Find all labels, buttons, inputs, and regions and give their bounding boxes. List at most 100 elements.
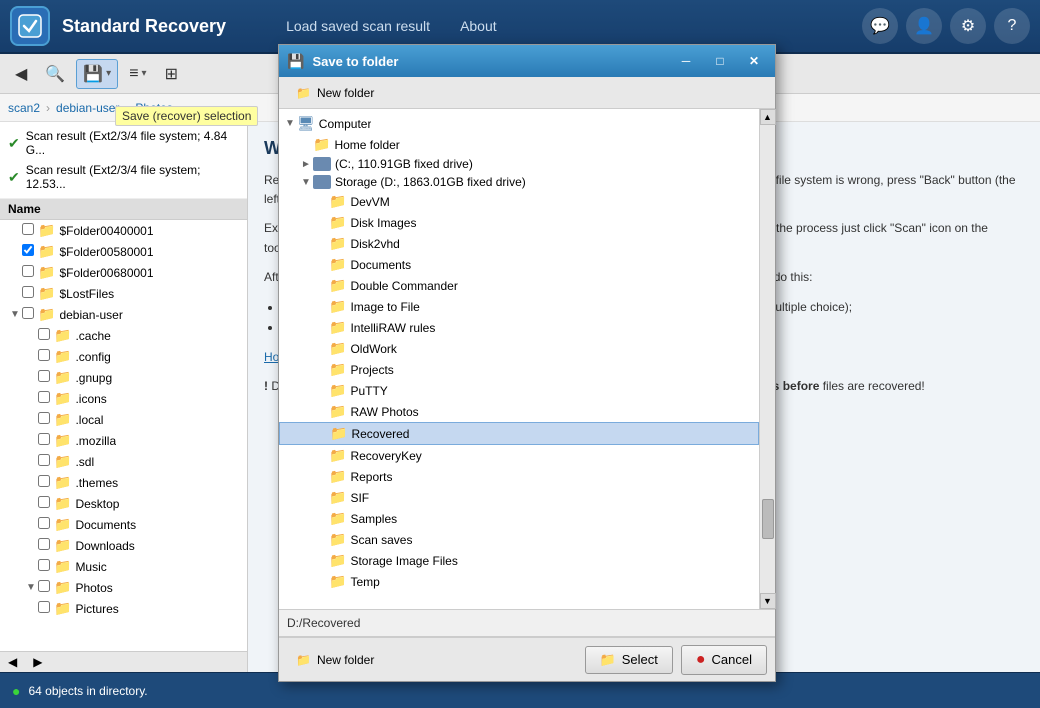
help-icon[interactable]: ? <box>994 8 1030 44</box>
list-item[interactable]: 📁 .themes <box>0 472 247 493</box>
file-tree[interactable]: 📁 $Folder00400001 📁 $Folder00580001 📁 $F… <box>0 220 247 651</box>
folder-icon: 📁 <box>329 361 346 378</box>
list-item[interactable]: 📁 Reports <box>279 466 759 487</box>
list-item[interactable]: 📁 RAW Photos <box>279 401 759 422</box>
scrollbar-down-button[interactable]: ▼ <box>760 593 776 609</box>
scrollbar-up-button[interactable]: ▲ <box>760 109 776 125</box>
list-item[interactable]: 📁 $Folder00400001 <box>0 220 247 241</box>
folder-icon: 📁 <box>329 552 346 569</box>
save-tooltip: Save (recover) selection <box>115 106 258 126</box>
breadcrumb-debian-user[interactable]: debian-user <box>56 101 119 115</box>
nav-about[interactable]: About <box>460 14 497 38</box>
list-item[interactable]: 📁 $LostFiles <box>0 283 247 304</box>
folder-icon: 📁 <box>330 425 347 442</box>
dialog-title-text: Save to folder <box>312 54 665 69</box>
user-icon[interactable]: 👤 <box>906 8 942 44</box>
list-item[interactable]: 📁 Recovered <box>279 422 759 445</box>
list-item[interactable]: 📁 .sdl <box>0 451 247 472</box>
dialog-close-button[interactable]: ✕ <box>741 50 767 72</box>
folder-icon: 📁 <box>54 537 71 554</box>
list-item[interactable]: 📁 Storage Image Files <box>279 550 759 571</box>
list-item[interactable]: 📁 RecoveryKey <box>279 445 759 466</box>
breadcrumb-scan2[interactable]: scan2 <box>8 101 40 115</box>
scrollbar-thumb[interactable] <box>762 499 774 539</box>
list-item[interactable]: 📁 SIF <box>279 487 759 508</box>
dialog-minimize-button[interactable]: ─ <box>673 50 699 72</box>
list-item[interactable]: 📁 PuTTY <box>279 380 759 401</box>
list-item[interactable]: 📁 .config <box>0 346 247 367</box>
list-item[interactable]: 📁 Disk2vhd <box>279 233 759 254</box>
footer-new-folder-button[interactable]: 📁 New folder <box>287 649 383 671</box>
list-item[interactable]: 📁 .cache <box>0 325 247 346</box>
list-item[interactable]: 📁 Home folder <box>279 134 759 155</box>
list-item[interactable]: ▼ 🖥 Computer <box>279 113 759 134</box>
list-item[interactable]: 📁 DevVM <box>279 191 759 212</box>
search-button[interactable]: 🔍 <box>38 59 72 89</box>
list-item[interactable]: 📁 Music <box>0 556 247 577</box>
folder-icon: 📁 <box>38 243 55 260</box>
list-item[interactable]: 📁 IntelliRAW rules <box>279 317 759 338</box>
search-icon: 🔍 <box>45 64 65 84</box>
footer-new-folder-icon: 📁 <box>296 653 311 667</box>
list-item[interactable]: 📁 .gnupg <box>0 367 247 388</box>
scroll-right-button[interactable]: ▶ <box>25 652 50 672</box>
save-icon: 💾 <box>83 64 103 84</box>
folder-icon: 📁 <box>329 382 346 399</box>
list-item[interactable]: 📁 Samples <box>279 508 759 529</box>
list-item[interactable]: 📁 Downloads <box>0 535 247 556</box>
list-view-button[interactable]: ≡ ▾ <box>122 59 153 89</box>
grid-view-button[interactable]: ⊞ <box>158 59 185 89</box>
list-item[interactable]: 📁 .icons <box>0 388 247 409</box>
list-item[interactable]: ▼ Storage (D:, 1863.01GB fixed drive) <box>279 173 759 191</box>
footer-new-folder-label: New folder <box>317 653 374 667</box>
list-item[interactable]: 📁 Temp <box>279 571 759 592</box>
top-nav: Load saved scan result About <box>286 14 862 38</box>
list-item[interactable]: 📁 Scan saves <box>279 529 759 550</box>
save-button[interactable]: 💾 ▾ <box>76 59 118 89</box>
save-to-folder-dialog: 💾 Save to folder ─ □ ✕ 📁 New folder ▼ 🖥 … <box>278 44 776 682</box>
list-item[interactable]: ▼ 📁 Photos <box>0 577 247 598</box>
list-item[interactable]: 📁 OldWork <box>279 338 759 359</box>
name-column-header: Name <box>0 199 247 220</box>
list-item[interactable]: 📁 Documents <box>279 254 759 275</box>
message-icon[interactable]: 💬 <box>862 8 898 44</box>
cancel-button[interactable]: ● Cancel <box>681 645 767 675</box>
dialog-new-folder-button[interactable]: 📁 New folder <box>287 82 383 104</box>
scan-result-1[interactable]: ✔ Scan result (Ext2/3/4 file system; 4.8… <box>0 126 247 160</box>
list-item[interactable]: 📁 $Folder00680001 <box>0 262 247 283</box>
dialog-body: ▼ 🖥 Computer 📁 Home folder ► (C:, 110. <box>279 109 775 609</box>
list-item[interactable]: 📁 Double Commander <box>279 275 759 296</box>
select-button[interactable]: 📁 Select <box>585 646 673 674</box>
scan-ok-icon-1: ✔ <box>8 135 20 152</box>
new-folder-label: New folder <box>317 86 374 100</box>
list-item[interactable]: ► (C:, 110.91GB fixed drive) <box>279 155 759 173</box>
folder-icon: 📁 <box>329 468 346 485</box>
folder-icon: 📁 <box>54 579 71 596</box>
folder-icon: 📁 <box>38 306 55 323</box>
dialog-maximize-button[interactable]: □ <box>707 50 733 72</box>
list-item[interactable]: 📁 Projects <box>279 359 759 380</box>
list-item[interactable]: ▼ 📁 debian-user <box>0 304 247 325</box>
folder-icon: 📁 <box>329 193 346 210</box>
settings-icon[interactable]: ⚙ <box>950 8 986 44</box>
folder-icon: 📁 <box>54 390 71 407</box>
list-item[interactable]: 📁 Desktop <box>0 493 247 514</box>
dialog-titlebar: 💾 Save to folder ─ □ ✕ <box>279 45 775 77</box>
list-item[interactable]: 📁 Disk Images <box>279 212 759 233</box>
list-item[interactable]: 📁 .local <box>0 409 247 430</box>
list-item[interactable]: 📁 $Folder00580001 <box>0 241 247 262</box>
folder-icon: 📁 <box>329 340 346 357</box>
nav-load-scan[interactable]: Load saved scan result <box>286 14 430 38</box>
select-icon: 📁 <box>600 652 616 668</box>
folder-icon: 📁 <box>329 447 346 464</box>
list-item[interactable]: 📁 Pictures <box>0 598 247 619</box>
list-item[interactable]: 📁 .mozilla <box>0 430 247 451</box>
scan-result-2[interactable]: ✔ Scan result (Ext2/3/4 file system; 12.… <box>0 160 247 194</box>
scrollbar-track[interactable] <box>760 125 775 593</box>
back-button[interactable]: ◀ <box>8 59 34 89</box>
scroll-left-button[interactable]: ◀ <box>0 652 25 672</box>
dialog-tree[interactable]: ▼ 🖥 Computer 📁 Home folder ► (C:, 110. <box>279 109 759 609</box>
list-item[interactable]: 📁 Documents <box>0 514 247 535</box>
dialog-title-icon: 💾 <box>287 53 304 70</box>
list-item[interactable]: 📁 Image to File <box>279 296 759 317</box>
